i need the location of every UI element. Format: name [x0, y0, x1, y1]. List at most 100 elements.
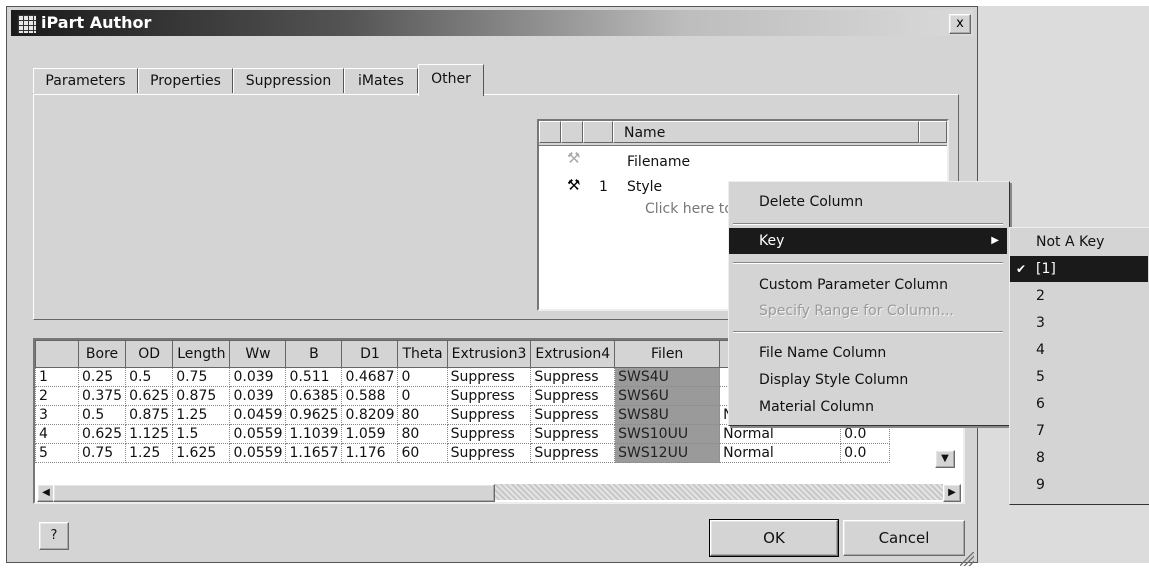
table-cell[interactable]: Suppress	[530, 443, 616, 463]
table-cell[interactable]: Suppress	[530, 424, 616, 444]
table-cell[interactable]: SWS10UU	[614, 424, 721, 444]
tab-parameters[interactable]: Parameters	[33, 68, 138, 93]
table-cell[interactable]: 80	[397, 424, 448, 444]
submenu-item-key[interactable]: 5	[1010, 364, 1148, 390]
close-button[interactable]: x	[949, 14, 971, 34]
title-bar[interactable]: iPart Author x	[11, 10, 973, 36]
table-cell[interactable]: 0.0	[840, 443, 891, 463]
table-cell[interactable]: 0	[397, 367, 448, 387]
table-cell[interactable]: 1.5	[172, 424, 231, 444]
table-cell[interactable]: Suppress	[446, 424, 532, 444]
table-cell[interactable]: 0.5	[77, 405, 127, 425]
row-number[interactable]: 1	[35, 367, 79, 387]
help-button[interactable]: ?	[39, 522, 69, 550]
column-header[interactable]: Ww	[229, 340, 287, 368]
column-header[interactable]: Bore	[77, 340, 127, 368]
table-cell[interactable]: 1.25	[125, 443, 174, 463]
submenu-item-key[interactable]: ✔ [1]	[1010, 256, 1148, 282]
column-header[interactable]: Filen	[614, 340, 721, 368]
column-header[interactable]: D1	[341, 340, 399, 368]
table-cell[interactable]: 0.25	[77, 367, 127, 387]
tab-other[interactable]: Other	[418, 64, 484, 96]
row-number[interactable]: 4	[35, 424, 79, 444]
table-cell[interactable]: 0.0559	[229, 443, 287, 463]
table-cell[interactable]: 0.588	[341, 386, 399, 406]
table-cell[interactable]: 0.875	[172, 386, 231, 406]
table-cell[interactable]: 1.1657	[285, 443, 343, 463]
table-cell[interactable]: 0.8209	[341, 405, 399, 425]
table-cell[interactable]: 1.25	[172, 405, 231, 425]
column-header[interactable]: Length	[172, 340, 231, 368]
table-cell[interactable]: 0.0	[840, 424, 891, 444]
cancel-button[interactable]: Cancel	[843, 520, 965, 556]
table-cell[interactable]: 0.0459	[229, 405, 287, 425]
column-header[interactable]	[35, 340, 79, 368]
menu-item-material-column[interactable]: Material Column	[729, 394, 1007, 420]
table-cell[interactable]: 1.625	[172, 443, 231, 463]
table-cell[interactable]: SWS4U	[614, 367, 721, 387]
table-cell[interactable]: Suppress	[530, 405, 616, 425]
scroll-down-arrow[interactable]: ▼	[935, 450, 955, 468]
row-number[interactable]: 5	[35, 443, 79, 463]
table-cell[interactable]: Suppress	[446, 443, 532, 463]
submenu-item-key[interactable]: 3	[1010, 310, 1148, 336]
table-cell[interactable]: 0.0559	[229, 424, 287, 444]
table-cell[interactable]: 0.75	[172, 367, 231, 387]
menu-item-file-name-column[interactable]: File Name Column	[729, 340, 1007, 366]
submenu-item-key[interactable]: 7	[1010, 418, 1148, 444]
table-cell[interactable]: Normal	[719, 443, 842, 463]
table-cell[interactable]: Suppress	[530, 367, 616, 387]
name-column-header[interactable]: Name	[613, 121, 919, 143]
submenu-item-key[interactable]: 2	[1010, 283, 1148, 309]
table-cell[interactable]: Normal	[719, 424, 842, 444]
table-cell[interactable]: SWS8U	[614, 405, 721, 425]
horizontal-scrollbar[interactable]: ◀ ▶	[37, 484, 961, 502]
column-header[interactable]: Extrusion3	[446, 340, 532, 368]
submenu-item-key[interactable]: 8	[1010, 445, 1148, 471]
tab-properties[interactable]: Properties	[138, 68, 233, 93]
table-cell[interactable]: 0.9625	[285, 405, 343, 425]
table-cell[interactable]: 60	[397, 443, 448, 463]
submenu-item-key[interactable]: 9	[1010, 472, 1148, 498]
column-header[interactable]: OD	[125, 340, 174, 368]
table-cell[interactable]: 0.625	[77, 424, 127, 444]
column-header[interactable]: Theta	[397, 340, 448, 368]
table-cell[interactable]: 80	[397, 405, 448, 425]
table-cell[interactable]: 0.875	[125, 405, 174, 425]
resize-grip-icon[interactable]	[960, 552, 974, 566]
row-number[interactable]: 3	[35, 405, 79, 425]
table-cell[interactable]: 0	[397, 386, 448, 406]
table-cell[interactable]: 0.511	[285, 367, 343, 387]
table-cell[interactable]: 0.375	[77, 386, 127, 406]
add-row-hint[interactable]: Click here to	[645, 201, 733, 217]
table-cell[interactable]: Suppress	[446, 386, 532, 406]
table-cell[interactable]: 1.059	[341, 424, 399, 444]
table-cell[interactable]: 0.039	[229, 367, 287, 387]
table-cell[interactable]: 0.75	[77, 443, 127, 463]
table-cell[interactable]: Suppress	[530, 386, 616, 406]
ok-button[interactable]: OK	[709, 519, 839, 557]
table-cell[interactable]: 0.039	[229, 386, 287, 406]
menu-item-delete-column[interactable]: Delete Column	[729, 189, 1007, 215]
key-icon-inactive[interactable]: ⚒	[567, 149, 580, 167]
row-number[interactable]: 2	[35, 386, 79, 406]
submenu-item-key[interactable]: 4	[1010, 337, 1148, 363]
tab-suppression[interactable]: Suppression	[233, 68, 344, 93]
column-header[interactable]: B	[285, 340, 343, 368]
table-cell[interactable]: 0.4687	[341, 367, 399, 387]
tab-imates[interactable]: iMates	[344, 68, 418, 93]
table-cell[interactable]: Suppress	[446, 367, 532, 387]
table-cell[interactable]: 1.125	[125, 424, 174, 444]
table-cell[interactable]: 1.176	[341, 443, 399, 463]
table-cell[interactable]: 1.1039	[285, 424, 343, 444]
submenu-item-key[interactable]: 6	[1010, 391, 1148, 417]
menu-item-custom-parameter-column[interactable]: Custom Parameter Column	[729, 272, 1007, 298]
table-cell[interactable]: SWS12UU	[614, 443, 721, 463]
table-cell[interactable]: Suppress	[446, 405, 532, 425]
scroll-right-arrow[interactable]: ▶	[943, 484, 961, 502]
table-cell[interactable]: 0.6385	[285, 386, 343, 406]
menu-item-display-style-column[interactable]: Display Style Column	[729, 367, 1007, 393]
key-icon[interactable]: ⚒	[567, 176, 580, 194]
table-cell[interactable]: 0.625	[125, 386, 174, 406]
table-cell[interactable]: SWS6U	[614, 386, 721, 406]
